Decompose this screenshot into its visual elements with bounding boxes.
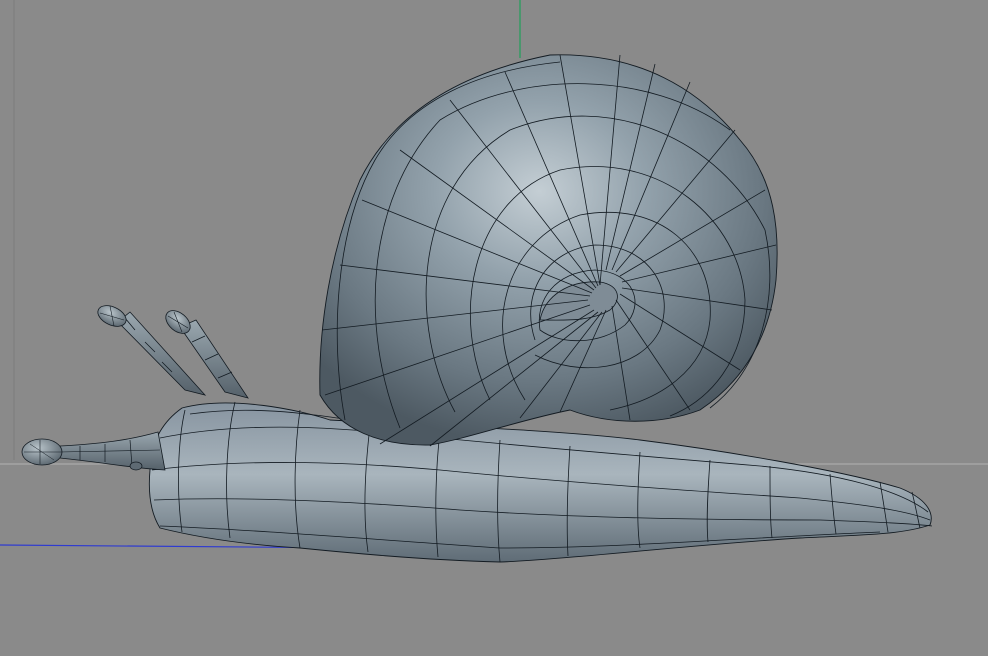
mouth-detail (129, 461, 143, 471)
back-tentacle-right[interactable] (161, 306, 249, 399)
snail-shell[interactable] (319, 54, 778, 447)
3d-viewport[interactable] (0, 0, 988, 656)
viewport-canvas[interactable] (0, 0, 988, 656)
back-tentacle-left[interactable] (95, 302, 207, 396)
snail-body[interactable] (148, 401, 933, 563)
